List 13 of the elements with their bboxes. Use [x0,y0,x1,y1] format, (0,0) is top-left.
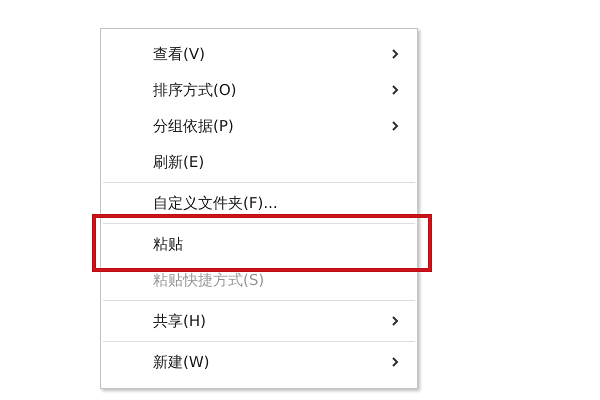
chevron-right-icon [392,357,399,367]
chevron-right-icon [392,316,399,326]
menu-item[interactable]: 查看(V) [101,36,417,72]
menu-item[interactable]: 分组依据(P) [101,108,417,144]
menu-item[interactable]: 共享(H) [101,303,417,339]
chevron-right-icon [392,49,399,59]
menu-item[interactable]: 新建(W) [101,344,417,380]
chevron-right-icon [392,85,399,95]
menu-item[interactable]: 自定义文件夹(F)... [101,185,417,221]
menu-item[interactable]: 粘贴 [101,226,417,262]
chevron-right-icon [392,121,399,131]
menu-item[interactable]: 排序方式(O) [101,72,417,108]
menu-item[interactable]: 刷新(E) [101,144,417,180]
